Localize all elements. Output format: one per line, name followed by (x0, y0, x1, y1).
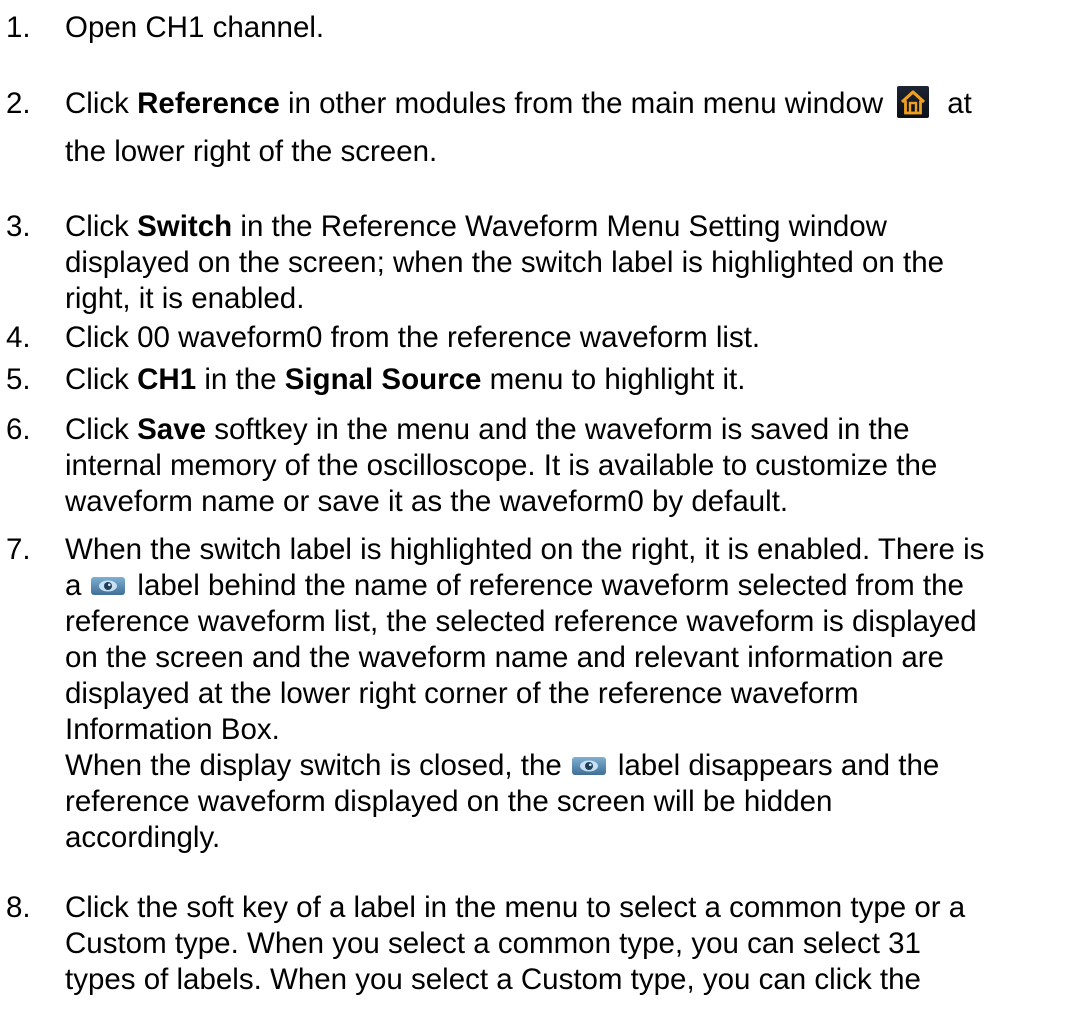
step-text: Click 00 waveform0 from the reference wa… (65, 320, 1065, 356)
step-text: Click the soft key of a label in the men… (65, 890, 1065, 998)
step-text: Open CH1 channel. (65, 10, 1065, 46)
step-line: Click Save softkey in the menu and the w… (65, 412, 1065, 448)
step-text: Click Reference in other modules from th… (65, 86, 1065, 170)
step-line: right, it is enabled. (65, 282, 305, 315)
step-number: 1. (6, 11, 31, 44)
step-line: When the switch label is highlighted on … (65, 533, 985, 566)
step-line: displayed on the screen; when the switch… (65, 246, 945, 279)
step-text-run: in the (196, 363, 285, 396)
step-line: Click Switch in the Reference Waveform M… (65, 209, 1065, 245)
step-number: 8. (6, 891, 31, 924)
step-line: internal memory of the oscilloscope. It … (65, 449, 938, 482)
step-line: reference waveform list, the selected re… (65, 605, 977, 638)
bold-term-save: Save (137, 413, 207, 446)
step-line: Click 00 waveform0 from the reference wa… (65, 321, 761, 354)
eye-icon (91, 577, 126, 595)
step-text-run: label disappears and the (617, 749, 940, 782)
step-line: When the display switch is closed, the la… (65, 748, 1065, 784)
step-line: Information Box. (65, 713, 280, 746)
step-text-run: Click (65, 87, 138, 120)
step-text-run: Click (65, 210, 138, 243)
step-text-run: a (65, 569, 82, 602)
bold-term-reference: Reference (137, 87, 280, 120)
step-line: waveform name or save it as the waveform… (65, 485, 789, 518)
bold-term-signal-source: Signal Source (284, 363, 482, 396)
home-icon (897, 86, 930, 118)
step-text-run: in other modules from the main menu wind… (279, 87, 884, 120)
step-text-run: Click (65, 413, 138, 446)
step-text: Click Switch in the Reference Waveform M… (65, 209, 1065, 317)
step-number: 3. (6, 210, 31, 243)
step-text: When the switch label is highlighted on … (65, 532, 1065, 856)
step-line: accordingly. (65, 821, 221, 854)
bold-term-switch: Switch (137, 210, 233, 243)
step-number: 5. (6, 363, 31, 396)
step-line: Open CH1 channel. (65, 11, 325, 44)
step-line: Click Reference in other modules from th… (65, 86, 1065, 122)
step-line: types of labels. When you select a Custo… (65, 963, 921, 996)
step-line: Custom type. When you select a common ty… (65, 927, 921, 960)
step-text: Click CH1 in the Signal Source menu to h… (65, 362, 1065, 398)
step-line: the lower right of the screen. (65, 135, 438, 168)
step-number: 4. (6, 321, 31, 354)
step-text: Click Save softkey in the menu and the w… (65, 412, 1065, 520)
step-number: 6. (6, 413, 31, 446)
step-line: a label behind the name of reference wave… (65, 568, 1065, 604)
step-text-run: at (947, 87, 972, 120)
step-number: 2. (6, 87, 31, 120)
step-line: on the screen and the waveform name and … (65, 641, 944, 674)
step-line: Click CH1 in the Signal Source menu to h… (65, 362, 1065, 398)
step-number: 7. (6, 533, 31, 566)
step-text-run: label behind the name of reference wavef… (137, 569, 964, 602)
step-text-run: menu to highlight it. (481, 363, 746, 396)
bold-term-ch1: CH1 (137, 363, 197, 396)
step-text-run: in the Reference Waveform Menu Setting w… (232, 210, 887, 243)
step-text-run: When the display switch is closed, the (65, 749, 562, 782)
step-line: Click the soft key of a label in the men… (65, 891, 966, 924)
step-text-run: Click (65, 363, 138, 396)
step-text-run: softkey in the menu and the waveform is … (206, 413, 910, 446)
step-line: reference waveform displayed on the scre… (65, 785, 833, 818)
eye-icon (571, 757, 606, 775)
step-line: displayed at the lower right corner of t… (65, 677, 859, 710)
